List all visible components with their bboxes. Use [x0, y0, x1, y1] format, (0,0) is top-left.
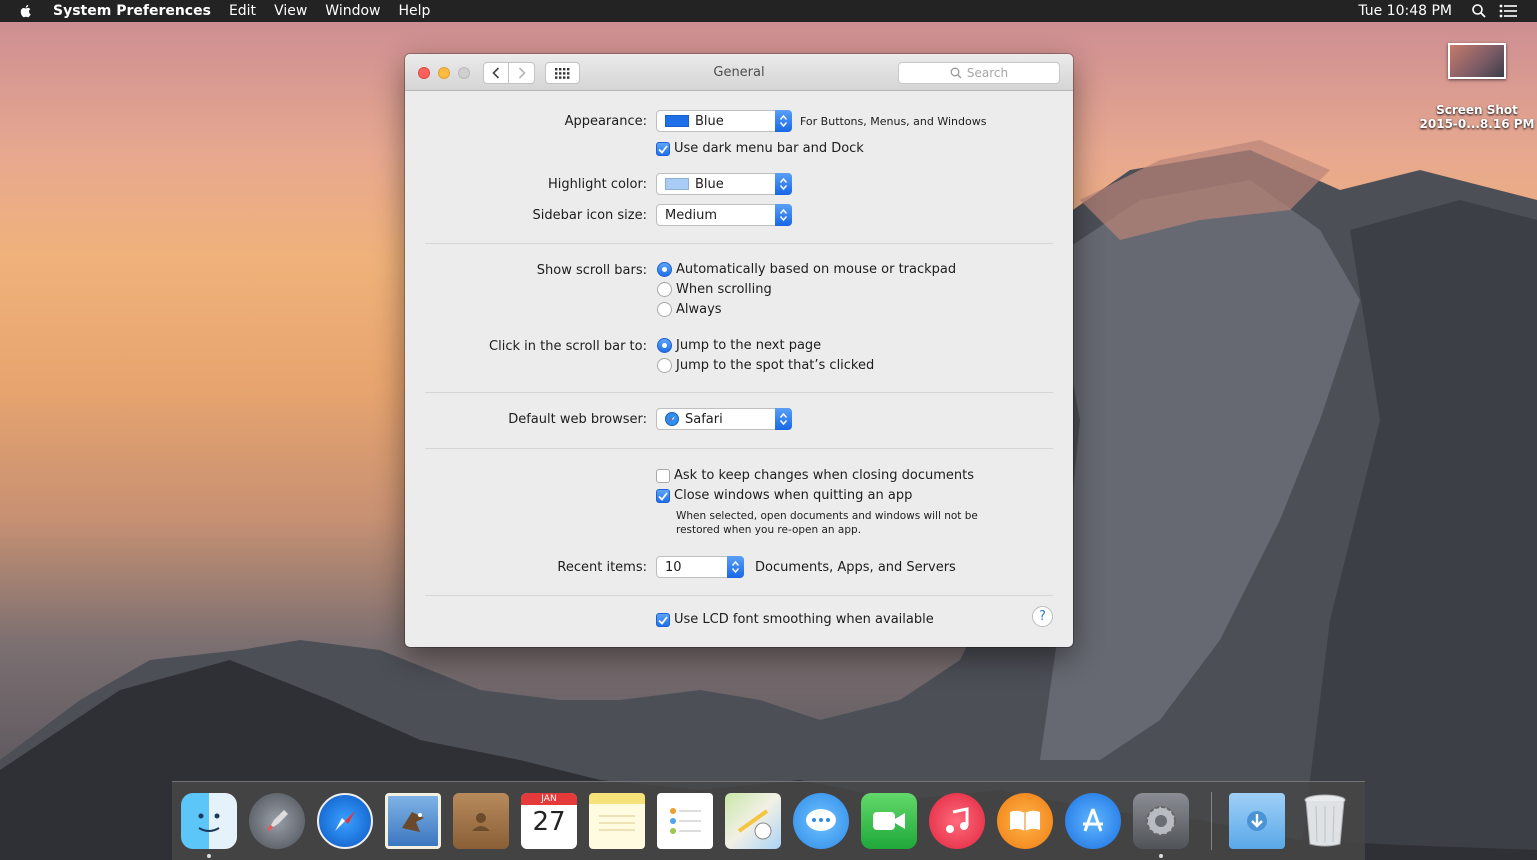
recent-items-label: Recent items:: [557, 560, 647, 575]
calendar-day: 27: [532, 807, 566, 837]
menu-app-name[interactable]: System Preferences: [44, 3, 220, 19]
recent-items-value: 10: [665, 559, 682, 575]
running-indicator: [1159, 854, 1163, 858]
spotlight-search-icon[interactable]: [1471, 3, 1487, 19]
desktop-file-label-line2: 2015-0...8.16 PM: [1419, 117, 1535, 131]
recent-items-popup[interactable]: 10: [656, 556, 744, 578]
scroll-always-label[interactable]: Always: [676, 302, 722, 317]
jump-next-page-radio[interactable]: [657, 338, 672, 353]
sidebar-size-value: Medium: [665, 207, 717, 223]
checkmark-icon: [658, 144, 668, 154]
appearance-value: Blue: [695, 113, 724, 129]
dock-divider: [1211, 792, 1212, 850]
finder-icon[interactable]: [181, 793, 237, 849]
itunes-icon[interactable]: [929, 793, 985, 849]
checkmark-icon: [658, 491, 668, 501]
mail-icon[interactable]: [385, 793, 441, 849]
scroll-auto-label[interactable]: Automatically based on mouse or trackpad: [676, 262, 956, 277]
app-store-icon[interactable]: [1065, 793, 1121, 849]
facetime-icon[interactable]: [861, 793, 917, 849]
running-indicator: [207, 854, 211, 858]
highlight-swatch: [665, 178, 689, 190]
recent-items-suffix: Documents, Apps, and Servers: [755, 560, 956, 575]
lcd-smoothing-label[interactable]: Use LCD font smoothing when available: [674, 612, 934, 627]
contacts-icon[interactable]: [453, 793, 509, 849]
search-placeholder: Search: [966, 66, 1009, 80]
show-scroll-bars-label: Show scroll bars:: [536, 263, 647, 278]
menu-view[interactable]: View: [265, 3, 316, 19]
chevron-updown-icon: [775, 204, 792, 226]
close-windows-label[interactable]: Close windows when quitting an app: [674, 488, 912, 503]
highlight-color-popup[interactable]: Blue: [656, 173, 792, 195]
screenshot-thumbnail-icon: [1448, 43, 1506, 79]
safari-icon: [665, 412, 679, 426]
close-windows-note-line2: restored when you re-open an app.: [676, 524, 862, 536]
click-scroll-bar-label: Click in the scroll bar to:: [489, 339, 647, 354]
jump-next-page-label[interactable]: Jump to the next page: [676, 338, 821, 353]
separator: [425, 595, 1053, 596]
general-preferences-window: General Search Appearance: Blue For Butt…: [405, 54, 1073, 647]
desktop-file-label-line1: Screen Shot: [1436, 103, 1518, 117]
checkmark-icon: [658, 615, 668, 625]
scroll-auto-radio[interactable]: [657, 262, 672, 277]
chevron-updown-icon: [727, 556, 744, 578]
safari-icon[interactable]: [317, 793, 373, 849]
help-glyph: ?: [1039, 609, 1046, 624]
highlight-value: Blue: [695, 176, 724, 192]
ask-keep-changes-label[interactable]: Ask to keep changes when closing documen…: [674, 468, 974, 483]
menu-help[interactable]: Help: [390, 3, 440, 19]
separator: [425, 392, 1053, 393]
appearance-label: Appearance:: [564, 114, 647, 129]
menu-edit[interactable]: Edit: [220, 3, 265, 19]
desktop-screenshot-file[interactable]: Screen Shot 2015-0...8.16 PM: [1418, 43, 1536, 131]
system-preferences-icon[interactable]: [1133, 793, 1189, 849]
help-button[interactable]: ?: [1032, 606, 1053, 627]
chevron-updown-icon: [775, 408, 792, 430]
dock: JAN 27: [172, 781, 1365, 860]
dark-menu-checkbox[interactable]: [656, 142, 670, 156]
lcd-smoothing-checkbox[interactable]: [656, 613, 670, 627]
search-field[interactable]: Search: [898, 62, 1060, 84]
menubar-clock[interactable]: Tue 10:48 PM: [1349, 3, 1461, 19]
calendar-month: JAN: [521, 793, 577, 805]
notes-icon[interactable]: [589, 793, 645, 849]
close-windows-checkbox[interactable]: [656, 489, 670, 503]
appearance-swatch: [665, 115, 689, 127]
scroll-when-scrolling-label[interactable]: When scrolling: [676, 282, 772, 297]
scroll-when-scrolling-radio[interactable]: [657, 282, 672, 297]
jump-to-spot-radio[interactable]: [657, 358, 672, 373]
chevron-updown-icon: [775, 110, 792, 132]
trash-icon[interactable]: [1297, 793, 1353, 849]
calendar-icon[interactable]: JAN 27: [521, 793, 577, 849]
search-icon: [950, 67, 962, 79]
separator: [425, 448, 1053, 449]
ask-keep-changes-checkbox[interactable]: [656, 469, 670, 483]
separator: [425, 243, 1053, 244]
jump-to-spot-label[interactable]: Jump to the spot that’s clicked: [676, 358, 874, 373]
chevron-updown-icon: [775, 173, 792, 195]
messages-icon[interactable]: [793, 793, 849, 849]
appearance-popup[interactable]: Blue: [656, 110, 792, 132]
highlight-color-label: Highlight color:: [548, 177, 647, 192]
menu-bar: System Preferences Edit View Window Help…: [0, 0, 1537, 22]
dark-menu-label[interactable]: Use dark menu bar and Dock: [674, 141, 864, 156]
window-titlebar[interactable]: General Search: [405, 54, 1073, 91]
default-browser-label: Default web browser:: [508, 412, 647, 427]
sidebar-icon-size-label: Sidebar icon size:: [532, 208, 647, 223]
default-browser-value: Safari: [685, 411, 723, 427]
appearance-note: For Buttons, Menus, and Windows: [800, 115, 987, 128]
launchpad-icon[interactable]: [249, 793, 305, 849]
notification-center-icon[interactable]: [1499, 4, 1517, 18]
downloads-folder-icon[interactable]: [1229, 793, 1285, 849]
apple-menu-icon[interactable]: [18, 3, 34, 19]
ibooks-icon[interactable]: [997, 793, 1053, 849]
menu-window[interactable]: Window: [316, 3, 389, 19]
sidebar-icon-size-popup[interactable]: Medium: [656, 204, 792, 226]
default-browser-popup[interactable]: Safari: [656, 408, 792, 430]
close-windows-note-line1: When selected, open documents and window…: [676, 510, 978, 522]
scroll-always-radio[interactable]: [657, 302, 672, 317]
maps-icon[interactable]: [725, 793, 781, 849]
reminders-icon[interactable]: [657, 793, 713, 849]
